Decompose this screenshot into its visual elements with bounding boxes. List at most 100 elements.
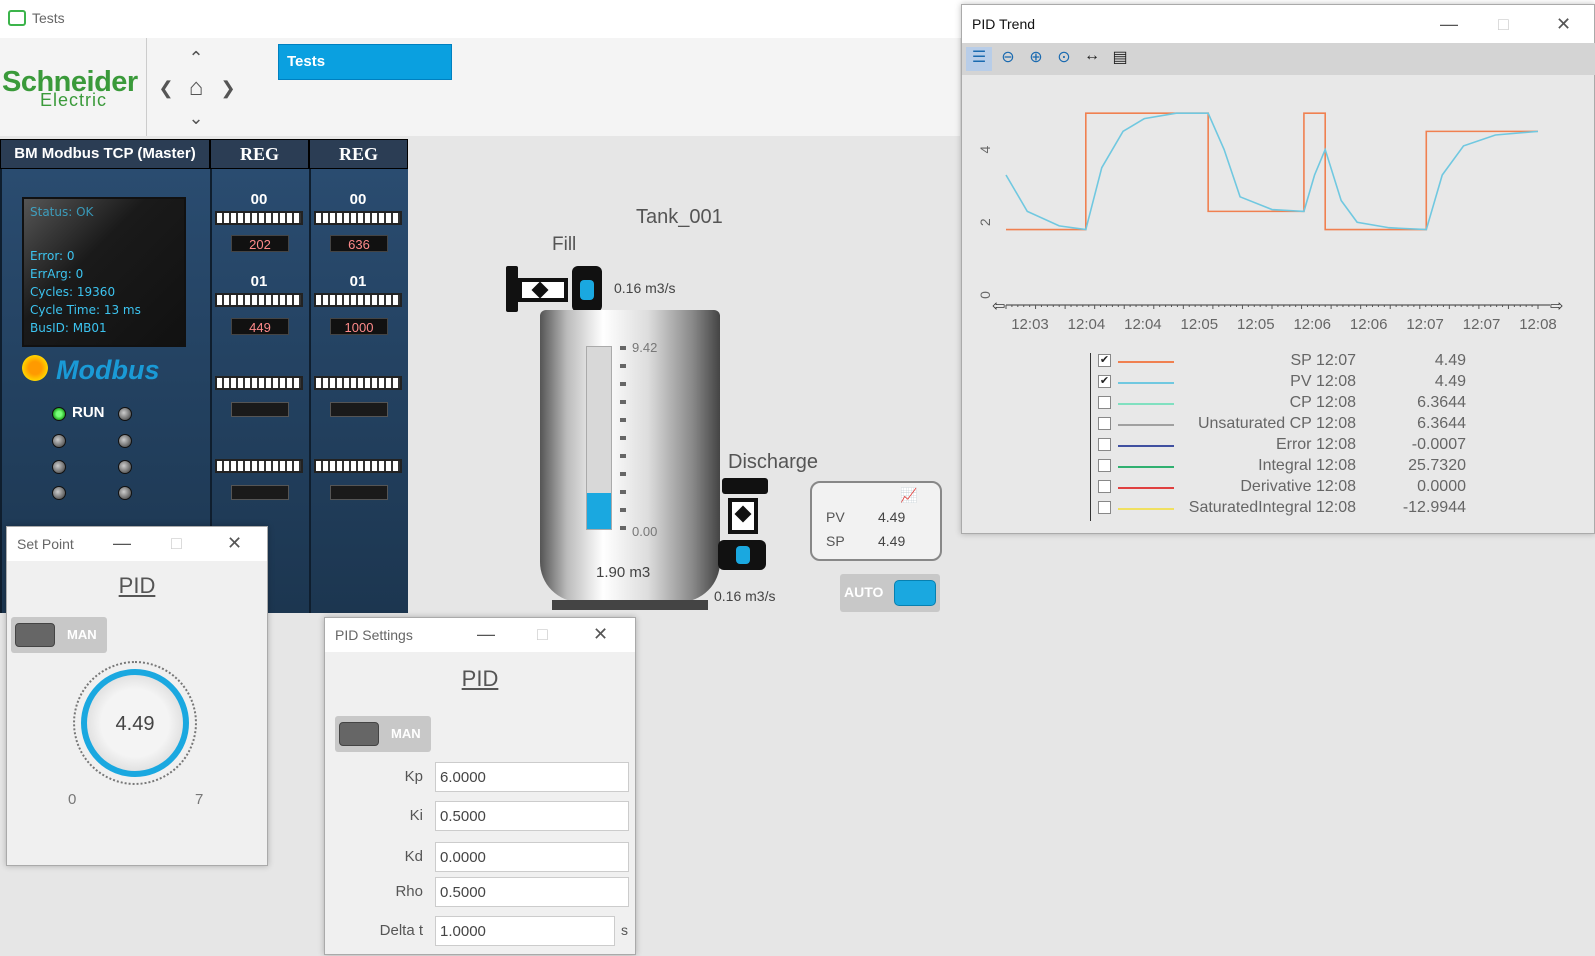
close-button[interactable]: ✕ xyxy=(1556,14,1571,35)
legend-swatch xyxy=(1118,424,1174,426)
legend-icon[interactable]: ☰ xyxy=(966,47,992,71)
legend-value: 25.7320 xyxy=(1408,457,1466,474)
delta-t-field[interactable]: 1.0000 xyxy=(435,916,615,946)
header-divider xyxy=(146,38,147,136)
pid-faceplate[interactable]: 📈 PV 4.49 SP 4.49 xyxy=(810,481,942,561)
reg1-bits-3 xyxy=(215,459,303,473)
minimize-button[interactable]: — xyxy=(1440,14,1458,35)
nav-back-button[interactable]: ❮ xyxy=(150,74,182,102)
header xyxy=(0,38,960,136)
reg1-value-1: 449 xyxy=(231,318,289,335)
tank-base xyxy=(552,600,708,610)
minimize-button[interactable]: — xyxy=(477,624,495,645)
fill-flow: 0.16 m3/s xyxy=(614,280,676,296)
legend-name: CP 12:08 xyxy=(1289,394,1356,411)
legend-checkbox[interactable] xyxy=(1098,480,1111,493)
toggle-knob xyxy=(15,623,55,647)
kp-field[interactable]: 6.0000 xyxy=(435,762,629,792)
nav-down-button[interactable]: ⌄ xyxy=(180,104,212,132)
reg2-value-1: 1000 xyxy=(330,318,388,335)
trend-legend: ✔ SP 12:07 4.49 ✔ PV 12:08 4.49 CP 12:08 6.3644… xyxy=(962,351,1595,527)
discharge-flow: 0.16 m3/s xyxy=(714,588,776,604)
pid-link[interactable]: PID xyxy=(7,573,267,599)
led xyxy=(118,434,132,448)
nav-home-button[interactable]: ⌂ xyxy=(180,74,212,102)
legend-row[interactable]: ✔ PV 12:08 4.49 xyxy=(962,372,1595,393)
maximize-button[interactable]: □ xyxy=(537,624,548,645)
rho-field[interactable]: 0.5000 xyxy=(435,877,629,907)
legend-row[interactable]: Derivative 12:08 0.0000 xyxy=(962,477,1595,498)
man-toggle[interactable]: MAN xyxy=(335,716,431,752)
x-tick-label: 12:08 xyxy=(1519,316,1557,333)
kp-label: Kp xyxy=(404,768,423,785)
legend-value: 4.49 xyxy=(1434,352,1466,369)
minimize-button[interactable]: — xyxy=(113,533,131,554)
legend-row[interactable]: CP 12:08 6.3644 xyxy=(962,393,1595,414)
settings-title: PID Settings xyxy=(335,627,413,643)
cycles-text: Cycles: 19360 xyxy=(30,285,116,299)
legend-row[interactable]: SaturatedIntegral 12:08 -12.9944 xyxy=(962,498,1595,519)
legend-checkbox[interactable] xyxy=(1098,417,1111,430)
reg1-value-0: 202 xyxy=(231,235,289,252)
legend-row[interactable]: ✔ SP 12:07 4.49 xyxy=(962,351,1595,372)
x-tick-label: 12:04 xyxy=(1124,316,1162,333)
maximize-button[interactable]: □ xyxy=(171,533,182,554)
legend-row[interactable]: Unsaturated CP 12:08 6.3644 xyxy=(962,414,1595,435)
zoom-reset-icon[interactable]: ⊙ xyxy=(1052,47,1076,71)
zoom-in-icon[interactable]: ⊕ xyxy=(1024,47,1048,71)
tank-volume: 1.90 m3 xyxy=(596,564,651,581)
sp-label: SP xyxy=(826,533,845,549)
trend-chart[interactable]: ⇦ ⇨ 12:03 12:04 12:04 12:05 12:05 12:06 12:06 12:… xyxy=(962,75,1595,345)
app-title: Tests xyxy=(32,10,65,26)
trend-icon[interactable]: 📈 xyxy=(900,487,917,504)
auto-toggle[interactable]: AUTO xyxy=(840,574,940,612)
reg1-value-3 xyxy=(231,485,289,500)
nav-forward-button[interactable]: ❯ xyxy=(212,74,244,102)
man-toggle[interactable]: MAN xyxy=(11,617,107,653)
legend-value: 6.3644 xyxy=(1417,415,1466,432)
nav-up-button[interactable]: ⌃ xyxy=(180,44,212,72)
history-icon[interactable]: ▤ xyxy=(1108,47,1132,71)
legend-name: PV 12:08 xyxy=(1290,373,1356,390)
fill-valve-icon[interactable] xyxy=(506,262,610,314)
close-button[interactable]: ✕ xyxy=(593,624,608,645)
reg2-index-1: 01 xyxy=(349,273,367,290)
y-tick-label: 0 xyxy=(977,291,993,299)
reg1-bits-1 xyxy=(215,293,303,307)
legend-swatch xyxy=(1118,508,1174,510)
delta-t-unit: s xyxy=(621,922,628,938)
close-button[interactable]: ✕ xyxy=(227,533,242,554)
reg2-bits-2 xyxy=(314,376,402,390)
discharge-valve-icon[interactable] xyxy=(718,478,770,584)
legend-checkbox[interactable] xyxy=(1098,438,1111,451)
led xyxy=(118,407,132,421)
legend-swatch xyxy=(1118,445,1174,447)
ki-field[interactable]: 0.5000 xyxy=(435,801,629,831)
legend-row[interactable]: Integral 12:08 25.7320 xyxy=(962,456,1595,477)
reg2-value-3 xyxy=(330,485,388,500)
kd-field[interactable]: 0.0000 xyxy=(435,842,629,872)
legend-checkbox[interactable] xyxy=(1098,396,1111,409)
legend-row[interactable]: Error 12:08 -0.0007 xyxy=(962,435,1595,456)
legend-name: Error 12:08 xyxy=(1275,436,1356,453)
maximize-button[interactable]: □ xyxy=(1498,14,1509,35)
fill-label: Fill xyxy=(552,234,577,255)
reg1-value-2 xyxy=(231,402,289,417)
setpoint-title: Set Point xyxy=(17,536,74,552)
zoom-out-icon[interactable]: ⊖ xyxy=(996,47,1020,71)
legend-name: Derivative 12:08 xyxy=(1240,478,1356,495)
tank xyxy=(540,310,720,602)
legend-checkbox[interactable]: ✔ xyxy=(1098,354,1111,367)
legend-swatch xyxy=(1118,466,1174,468)
legend-checkbox[interactable] xyxy=(1098,459,1111,472)
y-tick-label: 2 xyxy=(977,218,993,226)
tab-tests[interactable]: Tests xyxy=(278,44,452,80)
legend-checkbox[interactable] xyxy=(1098,501,1111,514)
legend-name: SP 12:07 xyxy=(1290,352,1356,369)
pid-link[interactable]: PID xyxy=(325,666,635,692)
pan-icon[interactable]: ↔ xyxy=(1080,47,1104,71)
reg2-bits-3 xyxy=(314,459,402,473)
trend-toolbar: ☰ ⊖ ⊕ ⊙ ↔ ▤ xyxy=(962,43,1595,75)
reg2-bits-0 xyxy=(314,211,402,225)
legend-checkbox[interactable]: ✔ xyxy=(1098,375,1111,388)
